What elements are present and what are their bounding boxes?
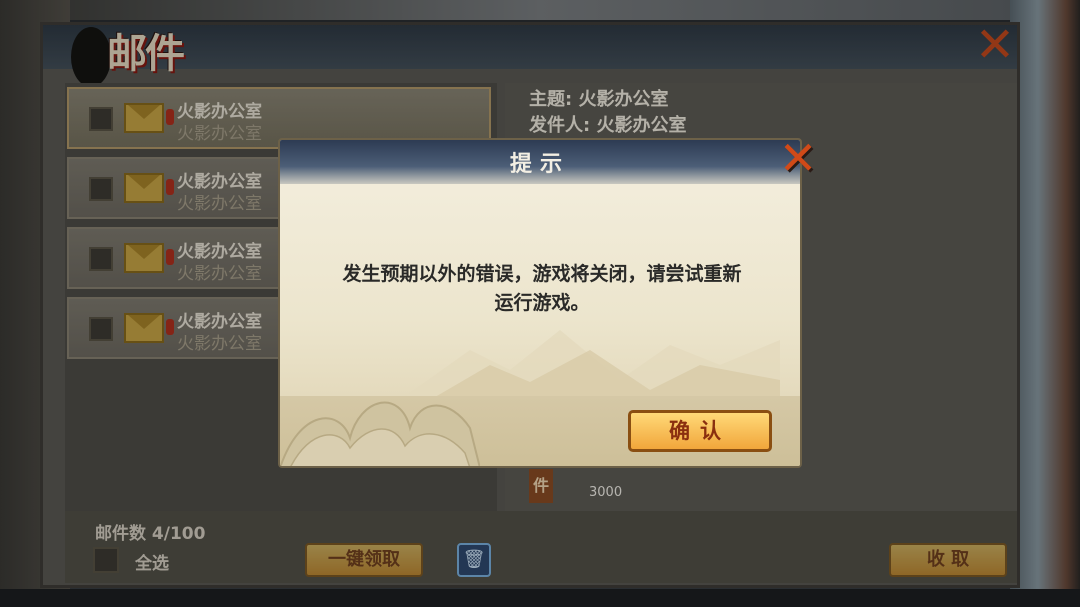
error-dialog: 提示 发生预期以外的错误，游戏将关闭，请尝试重新 运行游戏。 确认 (278, 138, 802, 468)
wave-decoration (280, 401, 480, 466)
dialog-header: 提示 (280, 140, 800, 184)
close-icon[interactable]: ✕ (772, 134, 824, 182)
dialog-message-line: 发生预期以外的错误，游戏将关闭，请尝试重新 (342, 263, 742, 285)
dialog-title: 提示 (509, 152, 570, 177)
dialog-message: 发生预期以外的错误，游戏将关闭，请尝试重新 运行游戏。 (302, 260, 782, 318)
dialog-message-line: 运行游戏。 (494, 292, 590, 314)
confirm-button[interactable]: 确认 (628, 410, 772, 452)
